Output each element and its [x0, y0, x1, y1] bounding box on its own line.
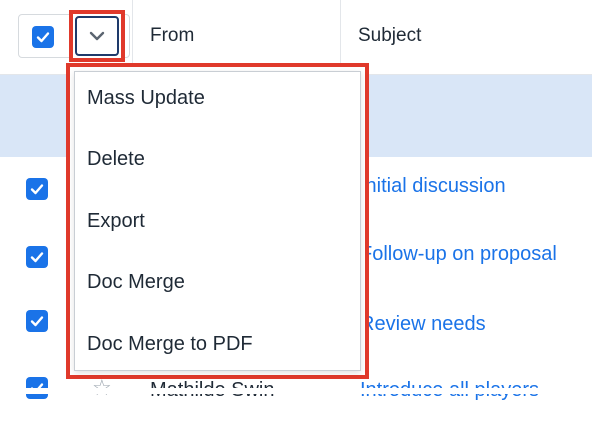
menu-item-export[interactable]: Export: [87, 210, 145, 233]
check-icon: [36, 32, 50, 43]
row-subject-link[interactable]: Review needs: [360, 313, 486, 336]
check-icon: [30, 316, 44, 327]
actions-dropdown-toggle[interactable]: [75, 16, 119, 56]
menu-item-doc-merge[interactable]: Doc Merge: [87, 271, 185, 294]
chevron-down-icon: [89, 31, 105, 41]
column-header-from[interactable]: From: [150, 25, 194, 47]
actions-dropdown-button[interactable]: [69, 10, 125, 62]
check-icon: [30, 184, 44, 195]
row-subject-link[interactable]: Initial discussion: [360, 175, 506, 198]
select-all-checkbox[interactable]: [32, 26, 54, 48]
column-header-subject[interactable]: Subject: [358, 25, 421, 47]
menu-item-mass-update[interactable]: Mass Update: [87, 87, 205, 110]
menu-item-delete[interactable]: Delete: [87, 148, 145, 171]
row-checkbox[interactable]: [26, 178, 48, 200]
check-icon: [30, 252, 44, 263]
row-checkbox[interactable]: [26, 246, 48, 268]
bottom-edge: [0, 388, 592, 394]
menu-item-doc-merge-pdf[interactable]: Doc Merge to PDF: [87, 333, 253, 356]
actions-dropdown-menu: Mass Update Delete Export Doc Merge Doc …: [66, 63, 369, 379]
row-subject-link[interactable]: Follow-up on proposal: [360, 243, 557, 266]
row-checkbox[interactable]: [26, 310, 48, 332]
actions-menu-list: Mass Update Delete Export Doc Merge Doc …: [74, 71, 361, 371]
